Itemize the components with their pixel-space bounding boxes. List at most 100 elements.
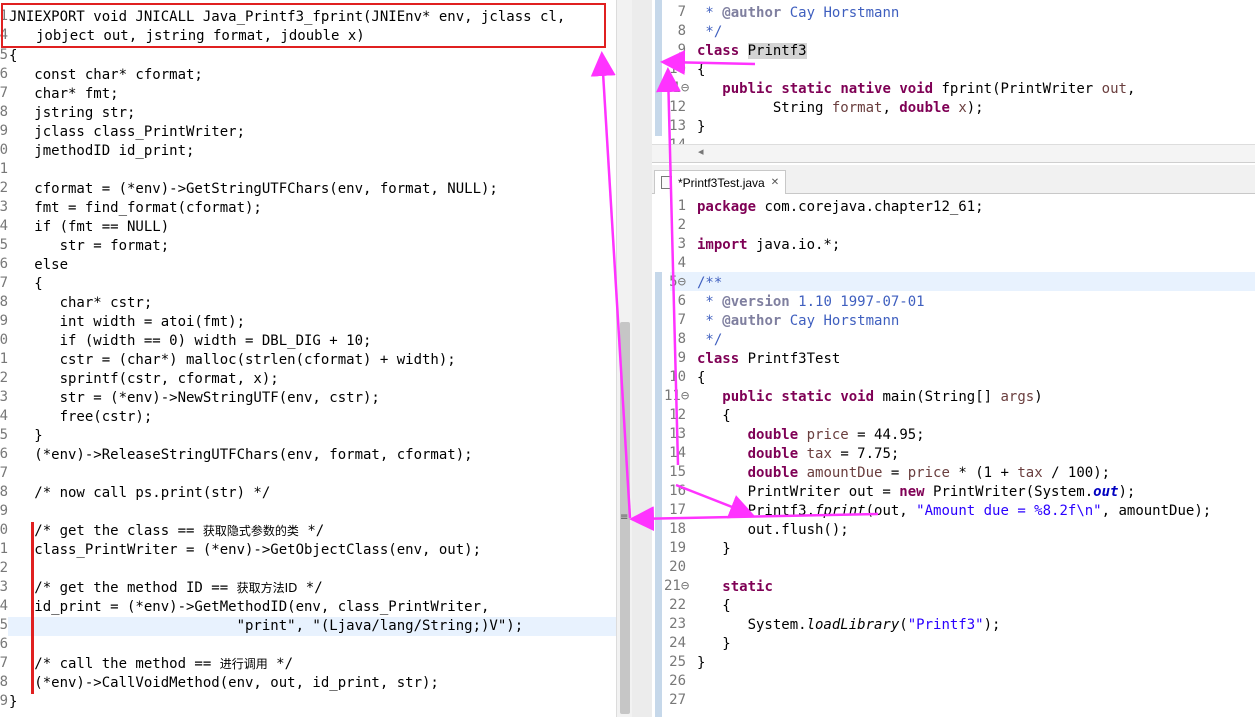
code-line[interactable]: class Printf3: [697, 42, 807, 61]
scroll-left-arrow-icon[interactable]: ◂: [698, 145, 704, 158]
code-line[interactable]: sprintf(cstr, cformat, x);: [9, 370, 279, 389]
code-line[interactable]: */: [697, 331, 722, 350]
line-number: 6: [0, 256, 8, 272]
line-number: 9: [677, 42, 686, 58]
code-line[interactable]: /**: [697, 274, 722, 293]
code-line[interactable]: str = format;: [9, 237, 170, 256]
code-line[interactable]: char* fmt;: [9, 85, 118, 104]
line-number: 22: [669, 597, 686, 613]
signature-highlight-box: [1, 3, 606, 48]
tab-printf3test[interactable]: *Printf3Test.java ✕: [654, 170, 787, 194]
code-line[interactable]: {: [697, 407, 730, 426]
code-line[interactable]: }: [9, 693, 17, 712]
line-number: 9: [0, 313, 8, 329]
code-line[interactable]: {: [697, 597, 730, 616]
code-line[interactable]: /* get the class == 获取隐式参数的类 */: [9, 522, 324, 541]
code-line[interactable]: cstr = (char*) malloc(strlen(cformat) + …: [9, 351, 456, 370]
code-line[interactable]: fmt = find_format(cformat);: [9, 199, 262, 218]
code-line[interactable]: {: [9, 47, 17, 66]
line-number: 8: [677, 23, 686, 39]
code-line[interactable]: const char* cformat;: [9, 66, 203, 85]
line-number: 6: [677, 293, 686, 309]
code-line[interactable]: (*env)->CallVoidMethod(env, out, id_prin…: [9, 674, 439, 693]
code-line[interactable]: {: [697, 369, 705, 388]
line-number: 10: [669, 61, 686, 77]
code-line[interactable]: if (fmt == NULL): [9, 218, 169, 237]
code-line[interactable]: if (width == 0) width = DBL_DIG + 10;: [9, 332, 372, 351]
code-line[interactable]: public static native void fprint(PrintWr…: [697, 80, 1135, 99]
code-line[interactable]: }: [697, 540, 730, 559]
code-line[interactable]: package com.corejava.chapter12_61;: [697, 198, 984, 217]
line-number: 20: [669, 559, 686, 575]
line-number: 11⊖: [664, 388, 690, 404]
line-number: 19: [669, 540, 686, 556]
code-line[interactable]: char* cstr;: [9, 294, 153, 313]
left-vertical-scrollbar[interactable]: [616, 0, 633, 717]
line-number: 6: [0, 446, 8, 462]
line-number: 25: [669, 654, 686, 670]
code-line[interactable]: }: [9, 427, 42, 446]
top-right-editor[interactable]: 7 8 9 10 11⊖ 12 13 14 * @author Cay Horstmann *…: [652, 0, 1255, 144]
code-line[interactable]: {: [9, 275, 42, 294]
line-number: 12: [669, 99, 686, 115]
code-line[interactable]: jstring str;: [9, 104, 135, 123]
editor-splitter[interactable]: ≡: [620, 0, 652, 717]
code-line[interactable]: class Printf3Test: [697, 350, 840, 369]
code-line[interactable]: /* now call ps.print(str) */: [9, 484, 270, 503]
code-line[interactable]: double price = 44.95;: [697, 426, 925, 445]
line-number: 2: [677, 217, 686, 233]
line-number: 15: [669, 464, 686, 480]
code-line[interactable]: {: [697, 61, 705, 80]
line-number: 9: [677, 350, 686, 366]
code-line[interactable]: * @version 1.10 1997-07-01: [697, 293, 924, 312]
code-line[interactable]: * @author Cay Horstmann: [697, 312, 899, 331]
line-number: 5: [0, 427, 8, 443]
code-line[interactable]: PrintWriter out = new PrintWriter(System…: [697, 483, 1136, 502]
close-icon[interactable]: ✕: [771, 177, 779, 188]
line-number: 8: [0, 294, 8, 310]
code-line[interactable]: String format, double x);: [697, 99, 984, 118]
code-line[interactable]: }: [697, 635, 730, 654]
code-line[interactable]: System.loadLibrary("Printf3");: [697, 616, 1001, 635]
code-line[interactable]: class_PrintWriter = (*env)->GetObjectCla…: [9, 541, 481, 560]
code-line[interactable]: import java.io.*;: [697, 236, 840, 255]
code-line[interactable]: jmethodID id_print;: [9, 142, 194, 161]
code-line[interactable]: jclass class_PrintWriter;: [9, 123, 245, 142]
line-number: 0: [0, 332, 8, 348]
line-number: 13: [669, 118, 686, 134]
code-line[interactable]: }: [697, 654, 705, 673]
code-line[interactable]: double tax = 7.75;: [697, 445, 900, 464]
code-line[interactable]: out.flush();: [697, 521, 849, 540]
code-line[interactable]: double amountDue = price * (1 + tax / 10…: [697, 464, 1111, 483]
left-editor[interactable]: 5678901234567890123456789012345678914 JN…: [0, 0, 616, 717]
line-number: 8: [0, 484, 8, 500]
code-line[interactable]: static: [697, 578, 773, 597]
line-number: 18: [669, 521, 686, 537]
code-line[interactable]: public static void main(String[] args): [697, 388, 1042, 407]
code-line[interactable]: * @author Cay Horstmann: [697, 4, 899, 23]
top-right-marker-ruler: [655, 0, 662, 136]
code-line[interactable]: /* get the method ID == 获取方法ID */: [9, 579, 322, 598]
code-line[interactable]: }: [697, 118, 705, 137]
code-line[interactable]: */: [697, 23, 722, 42]
code-line[interactable]: (*env)->ReleaseStringUTFChars(env, forma…: [9, 446, 472, 465]
code-line[interactable]: Printf3.fprint(out, "Amount due = %8.2f\…: [697, 502, 1212, 521]
code-line[interactable]: id_print = (*env)->GetMethodID(env, clas…: [9, 598, 489, 617]
line-number: 4: [0, 218, 8, 234]
code-line[interactable]: free(cstr);: [9, 408, 153, 427]
current-line-highlight: [670, 272, 1255, 291]
code-line[interactable]: else: [9, 256, 68, 275]
line-number: 14: [664, 137, 686, 144]
line-number: 16: [669, 483, 686, 499]
code-line[interactable]: /* call the method == 进行调用 */: [9, 655, 293, 674]
top-right-horizontal-scrollbar[interactable]: ◂: [652, 144, 1255, 163]
line-number: 4: [677, 255, 686, 271]
code-line[interactable]: "print", "(Ljava/lang/String;)V");: [9, 617, 524, 636]
bottom-right-editor[interactable]: 1 2 3 4 5⊖ 6 7 8 9 10 11⊖ 12 13 14 15 16 17 18 19 20 21⊖ 22 23…: [652, 194, 1255, 717]
line-number: 11⊖: [664, 80, 690, 96]
line-number: 0: [0, 522, 8, 538]
code-line[interactable]: cformat = (*env)->GetStringUTFChars(env,…: [9, 180, 498, 199]
line-number: 8: [677, 331, 686, 347]
code-line[interactable]: str = (*env)->NewStringUTF(env, cstr);: [9, 389, 380, 408]
code-line[interactable]: int width = atoi(fmt);: [9, 313, 245, 332]
